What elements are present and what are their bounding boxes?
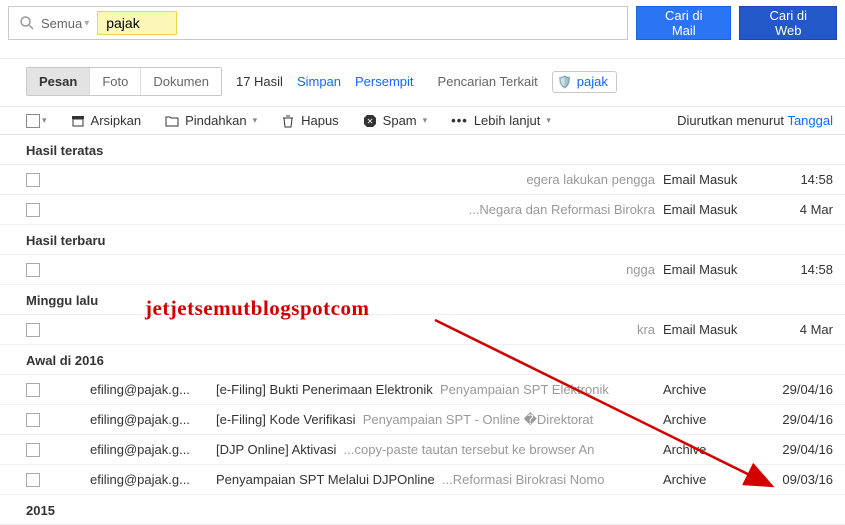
folder-label: Archive xyxy=(663,412,763,427)
list-item[interactable]: kra Email Masuk 4 Mar xyxy=(0,315,845,345)
section-minggu-lalu: Minggu lalu xyxy=(0,285,845,315)
list-item[interactable]: ngga Email Masuk 14:58 xyxy=(0,255,845,285)
chevron-down-icon: ▾ xyxy=(84,18,89,29)
section-hasil-teratas: Hasil teratas xyxy=(0,135,845,165)
section-awal-2016: Awal di 2016 xyxy=(0,345,845,375)
row-checkbox[interactable] xyxy=(26,473,40,487)
date-label: 29/04/16 xyxy=(763,412,833,427)
sender: efiling@pajak.g... xyxy=(40,382,210,397)
sort-value[interactable]: Tanggal xyxy=(787,113,833,128)
archive-label: Arsipkan xyxy=(91,113,142,128)
search-icon xyxy=(19,15,35,31)
ellipsis-icon: ••• xyxy=(451,113,468,128)
archive-button[interactable]: Arsipkan xyxy=(71,113,142,128)
chevron-down-icon[interactable]: ▾ xyxy=(42,115,47,126)
subject: [e-Filing] Bukti Penerimaan Elektronik P… xyxy=(210,382,663,397)
spam-button[interactable]: ✕ Spam ▾ xyxy=(363,113,428,128)
filter-row: Pesan Foto Dokumen 17 Hasil Simpan Perse… xyxy=(0,58,845,106)
sender: efiling@pajak.g... xyxy=(40,442,210,457)
search-scope-label: Semua xyxy=(41,16,82,31)
folder-label: Email Masuk xyxy=(663,202,763,217)
subject-snippet: ...Negara dan Reformasi Birokra xyxy=(210,202,663,217)
search-scope-dropdown[interactable]: Semua ▾ xyxy=(41,16,93,31)
chevron-down-icon: ▾ xyxy=(546,115,551,126)
date-label: 29/04/16 xyxy=(763,382,833,397)
row-checkbox[interactable] xyxy=(26,263,40,277)
related-search-label: Pencarian Terkait xyxy=(438,74,538,89)
subject-snippet: ngga xyxy=(210,262,663,277)
date-label: 14:58 xyxy=(763,262,833,277)
date-label: 09/03/16 xyxy=(763,472,833,487)
sort-prefix: Diurutkan menurut xyxy=(677,113,784,128)
select-all-checkbox[interactable] xyxy=(26,114,40,128)
search-box: Semua ▾ xyxy=(8,6,628,40)
tab-pesan[interactable]: Pesan xyxy=(27,68,90,95)
list-item[interactable]: efiling@pajak.g... [e-Filing] Bukti Pene… xyxy=(0,375,845,405)
shield-icon: 🛡️ xyxy=(557,74,573,90)
move-label: Pindahkan xyxy=(185,113,246,128)
sender: efiling@pajak.g... xyxy=(40,412,210,427)
row-checkbox[interactable] xyxy=(26,413,40,427)
row-checkbox[interactable] xyxy=(26,203,40,217)
result-list: Hasil teratas egera lakukan pengga Email… xyxy=(0,135,845,525)
chevron-down-icon: ▾ xyxy=(253,115,258,126)
subject: [DJP Online] Aktivasi ...copy-paste taut… xyxy=(210,442,663,457)
folder-label: Archive xyxy=(663,382,763,397)
list-item[interactable]: efiling@pajak.g... Penyampaian SPT Melal… xyxy=(0,465,845,495)
list-item[interactable]: efiling@pajak.g... [e-Filing] Kode Verif… xyxy=(0,405,845,435)
subject-snippet: kra xyxy=(210,322,663,337)
folder-label: Email Masuk xyxy=(663,172,763,187)
date-label: 29/04/16 xyxy=(763,442,833,457)
delete-button[interactable]: Hapus xyxy=(281,113,339,128)
trash-icon xyxy=(281,114,295,128)
result-count: 17 Hasil xyxy=(236,74,283,89)
subject: [e-Filing] Kode Verifikasi Penyampaian S… xyxy=(210,412,663,428)
row-checkbox[interactable] xyxy=(26,323,40,337)
folder-label: Archive xyxy=(663,442,763,457)
toolbar: ▾ Arsipkan Pindahkan ▾ Hapus ✕ Spam ▾ ••… xyxy=(0,106,845,135)
search-input[interactable] xyxy=(106,15,166,31)
search-input-highlight xyxy=(97,11,177,35)
related-chip-label: pajak xyxy=(577,74,608,89)
simpan-link[interactable]: Simpan xyxy=(297,74,341,89)
tab-foto[interactable]: Foto xyxy=(90,68,141,95)
subject-snippet: egera lakukan pengga xyxy=(210,172,663,187)
date-label: 4 Mar xyxy=(763,202,833,217)
search-mail-button[interactable]: Cari di Mail xyxy=(636,6,731,40)
svg-text:✕: ✕ xyxy=(366,117,373,126)
archive-icon xyxy=(71,114,85,128)
move-button[interactable]: Pindahkan ▾ xyxy=(165,113,257,128)
sort-control[interactable]: Diurutkan menurut Tanggal xyxy=(677,113,833,128)
delete-label: Hapus xyxy=(301,113,339,128)
date-label: 14:58 xyxy=(763,172,833,187)
section-2015: 2015 xyxy=(0,495,845,525)
persempit-link[interactable]: Persempit xyxy=(355,74,414,89)
list-item[interactable]: ...Negara dan Reformasi Birokra Email Ma… xyxy=(0,195,845,225)
search-web-button[interactable]: Cari di Web xyxy=(739,6,837,40)
sender: efiling@pajak.g... xyxy=(40,472,210,487)
row-checkbox[interactable] xyxy=(26,443,40,457)
more-label: Lebih lanjut xyxy=(474,113,541,128)
related-chip-pajak[interactable]: 🛡️ pajak xyxy=(552,71,617,93)
chevron-down-icon: ▾ xyxy=(423,115,428,126)
subject: Penyampaian SPT Melalui DJPOnline ...Ref… xyxy=(210,472,663,487)
folder-label: Email Masuk xyxy=(663,322,763,337)
spam-label: Spam xyxy=(383,113,417,128)
folder-label: Archive xyxy=(663,472,763,487)
section-hasil-terbaru: Hasil terbaru xyxy=(0,225,845,255)
folder-icon xyxy=(165,114,179,128)
list-item[interactable]: efiling@pajak.g... [DJP Online] Aktivasi… xyxy=(0,435,845,465)
result-tabs: Pesan Foto Dokumen xyxy=(26,67,222,96)
date-label: 4 Mar xyxy=(763,322,833,337)
tab-dokumen[interactable]: Dokumen xyxy=(141,68,221,95)
list-item[interactable]: egera lakukan pengga Email Masuk 14:58 xyxy=(0,165,845,195)
more-button[interactable]: ••• Lebih lanjut ▾ xyxy=(451,113,551,128)
select-all[interactable]: ▾ xyxy=(26,114,47,128)
row-checkbox[interactable] xyxy=(26,173,40,187)
spam-icon: ✕ xyxy=(363,114,377,128)
folder-label: Email Masuk xyxy=(663,262,763,277)
row-checkbox[interactable] xyxy=(26,383,40,397)
